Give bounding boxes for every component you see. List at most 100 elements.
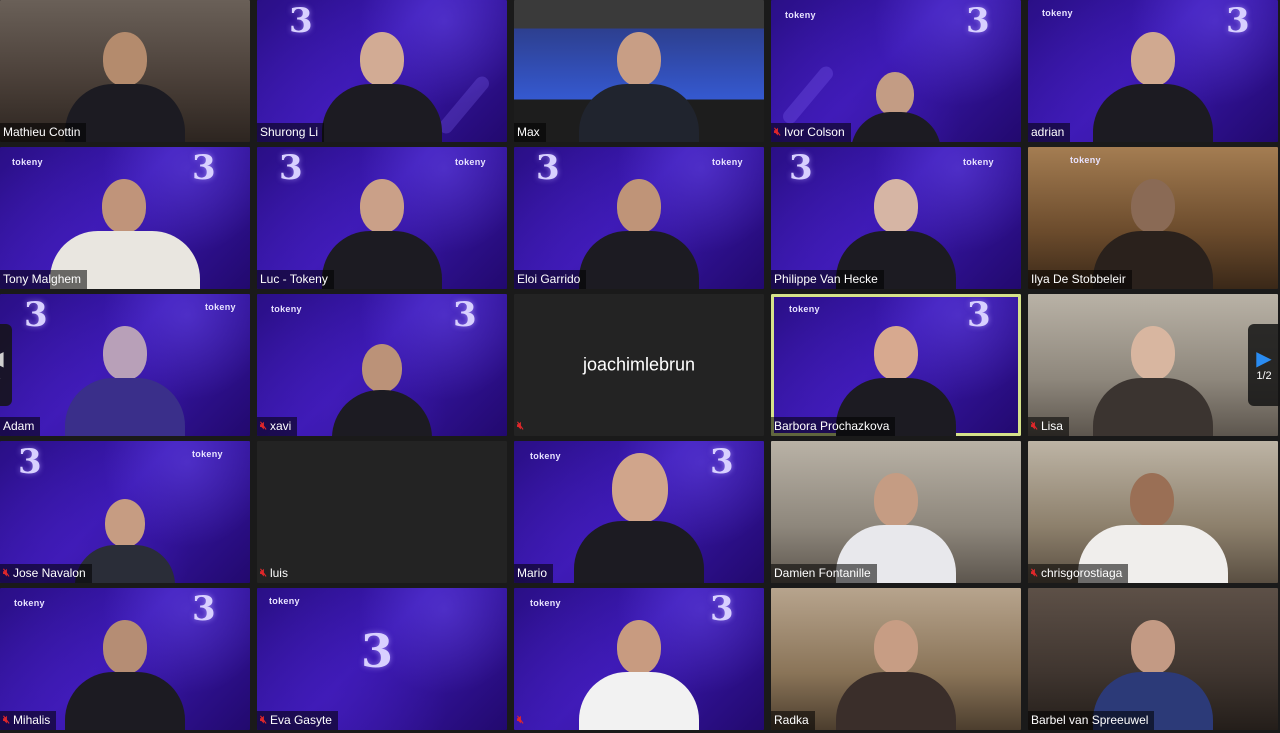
participant-name: Eva Gasyte xyxy=(269,713,332,727)
video-tile[interactable]: 🔇︎ Lisa xyxy=(1028,294,1278,436)
video-tile[interactable]: Damien Fontanille xyxy=(771,441,1021,583)
muted-mic-icon: 🔇︎ xyxy=(3,714,10,726)
video-grid: Mathieu Cottin 3 Shurong Li Max tokeny 3… xyxy=(0,0,1280,733)
muted-mic-icon: 🔇︎ xyxy=(1031,567,1038,579)
video-tile[interactable]: Radka xyxy=(771,588,1021,730)
video-tile[interactable]: Max xyxy=(514,0,764,142)
video-tile[interactable]: 3 tokeny Luc - Tokeny xyxy=(257,147,507,289)
tokeny-logo: tokeny xyxy=(1070,155,1101,165)
participant-video xyxy=(579,32,699,142)
participant-video xyxy=(65,620,185,730)
anniversary-logo: 3 xyxy=(18,442,42,482)
video-tile[interactable]: tokeny 3 Tony Malghem xyxy=(0,147,250,289)
participant-name: Max xyxy=(517,125,540,139)
video-tile[interactable]: tokeny 3 🔇︎ Ivor Colson xyxy=(771,0,1021,142)
participant-video xyxy=(579,179,699,289)
participant-name-label: Philippe Van Hecke xyxy=(771,270,884,289)
video-tile[interactable]: tokeny 3 Mario xyxy=(514,441,764,583)
participant-name: adrian xyxy=(1031,125,1065,139)
video-tile[interactable]: joachimlebrun 🔇︎ xyxy=(514,294,764,436)
participant-name: Damien Fontanille xyxy=(774,566,871,580)
anniversary-logo: 3 xyxy=(536,148,560,188)
participant-name-label: 🔇︎ Eva Gasyte xyxy=(257,711,338,730)
video-tile[interactable]: tokeny 3 adrian xyxy=(1028,0,1278,142)
video-tile[interactable]: 🔇︎ chrisgorostiaga xyxy=(1028,441,1278,583)
participant-name-label: 🔇︎ xavi xyxy=(257,417,298,436)
next-page-button[interactable]: ▶ 1/2 xyxy=(1248,324,1280,406)
participant-name: Philippe Van Hecke xyxy=(774,272,878,286)
participant-name-label: Max xyxy=(514,123,546,142)
participant-video xyxy=(836,620,956,730)
participant-name: Tony Malghem xyxy=(3,272,82,286)
participant-name-label: 🔇︎ Jose Navalon xyxy=(0,564,92,583)
participant-name: Adam xyxy=(3,419,35,433)
participant-name: Lisa xyxy=(1040,419,1063,433)
participant-video xyxy=(574,453,704,583)
participant-name: Mario xyxy=(517,566,548,580)
video-tile[interactable]: tokeny 3 🔇︎ Eva Gasyte xyxy=(257,588,507,730)
video-tile[interactable]: 3 tokeny Philippe Van Hecke xyxy=(771,147,1021,289)
tokeny-logo: tokeny xyxy=(712,157,743,167)
tokeny-logo: tokeny xyxy=(1042,8,1073,18)
tokeny-logo: tokeny xyxy=(530,598,561,608)
participant-video xyxy=(332,344,432,436)
video-tile[interactable]: tokeny 3 🔇︎ xavi xyxy=(257,294,507,436)
participant-name-label: adrian xyxy=(1028,123,1071,142)
tokeny-logo: tokeny xyxy=(789,304,820,314)
video-tile-active-speaker[interactable]: tokeny 3 Barbora Prochazkova xyxy=(771,294,1021,436)
anniversary-logo: 3 xyxy=(192,589,216,629)
tokeny-logo: tokeny xyxy=(455,157,486,167)
anniversary-logo: 3 xyxy=(289,1,313,41)
anniversary-logo: 3 xyxy=(967,295,991,335)
video-tile[interactable]: Barbel van Spreeuwel xyxy=(1028,588,1278,730)
video-tile[interactable]: Mathieu Cottin xyxy=(0,0,250,142)
muted-mic-icon: 🔇︎ xyxy=(1031,420,1038,432)
video-tile[interactable]: 3 Shurong Li xyxy=(257,0,507,142)
participant-video xyxy=(1093,32,1213,142)
muted-mic-icon: 🔇︎ xyxy=(260,420,267,432)
participant-video xyxy=(1093,326,1213,436)
participant-name: Jose Navalon xyxy=(12,566,86,580)
participant-name: Eloi Garrido xyxy=(517,272,581,286)
chevron-right-icon: ▶ xyxy=(1256,348,1272,370)
video-tile[interactable]: 🔇︎ luis xyxy=(257,441,507,583)
participant-name: Mihalis xyxy=(12,713,51,727)
muted-mic-icon: 🔇︎ xyxy=(774,126,781,138)
participant-name-label: 🔇︎ Ivor Colson xyxy=(771,123,851,142)
anniversary-logo: 3 xyxy=(966,1,990,41)
participant-name: chrisgorostiaga xyxy=(1040,566,1123,580)
participant-name: Luc - Tokeny xyxy=(260,272,328,286)
participant-name: Mathieu Cottin xyxy=(3,125,81,139)
participant-name-label: 🔇︎ Mihalis xyxy=(0,711,57,730)
muted-mic-icon: 🔇︎ xyxy=(3,567,10,579)
participant-name-label: Adam xyxy=(0,417,41,436)
participant-name: Radka xyxy=(774,713,809,727)
muted-mic-icon: 🔇︎ xyxy=(517,420,524,432)
anniversary-logo: 3 xyxy=(361,624,394,678)
tokeny-logo: tokeny xyxy=(530,451,561,461)
tokeny-logo: tokeny xyxy=(269,596,300,606)
participant-name-label: Tony Malghem xyxy=(0,270,88,289)
anniversary-logo: 3 xyxy=(789,148,813,188)
video-tile[interactable]: tokeny Ilya De Stobbeleir xyxy=(1028,147,1278,289)
participant-name: luis xyxy=(269,566,288,580)
participant-name-label: Barbel van Spreeuwel xyxy=(1028,711,1155,730)
video-tile[interactable]: 3 tokeny Adam xyxy=(0,294,250,436)
previous-page-button[interactable]: ◀ /2 xyxy=(0,324,12,406)
video-tile[interactable]: tokeny 3 🔇︎ xyxy=(514,588,764,730)
participant-name-label: Radka xyxy=(771,711,815,730)
participant-name-label: 🔇︎ Lisa xyxy=(1028,417,1069,436)
tokeny-logo: tokeny xyxy=(14,598,45,608)
page-indicator: 1/2 xyxy=(1256,370,1272,382)
anniversary-logo: 3 xyxy=(24,295,48,335)
video-tile[interactable]: tokeny 3 🔇︎ Mihalis xyxy=(0,588,250,730)
anniversary-logo: 3 xyxy=(453,295,477,335)
participant-name: xavi xyxy=(269,419,292,433)
video-tile[interactable]: 3 tokeny Eloi Garrido xyxy=(514,147,764,289)
participant-name: Barbora Prochazkova xyxy=(774,419,890,433)
video-tile[interactable]: 3 tokeny 🔇︎ Jose Navalon xyxy=(0,441,250,583)
participant-name-label: 🔇︎ chrisgorostiaga xyxy=(1028,564,1129,583)
tokeny-logo: tokeny xyxy=(12,157,43,167)
muted-mic-icon: 🔇︎ xyxy=(260,714,267,726)
tokeny-logo: tokeny xyxy=(785,10,816,20)
